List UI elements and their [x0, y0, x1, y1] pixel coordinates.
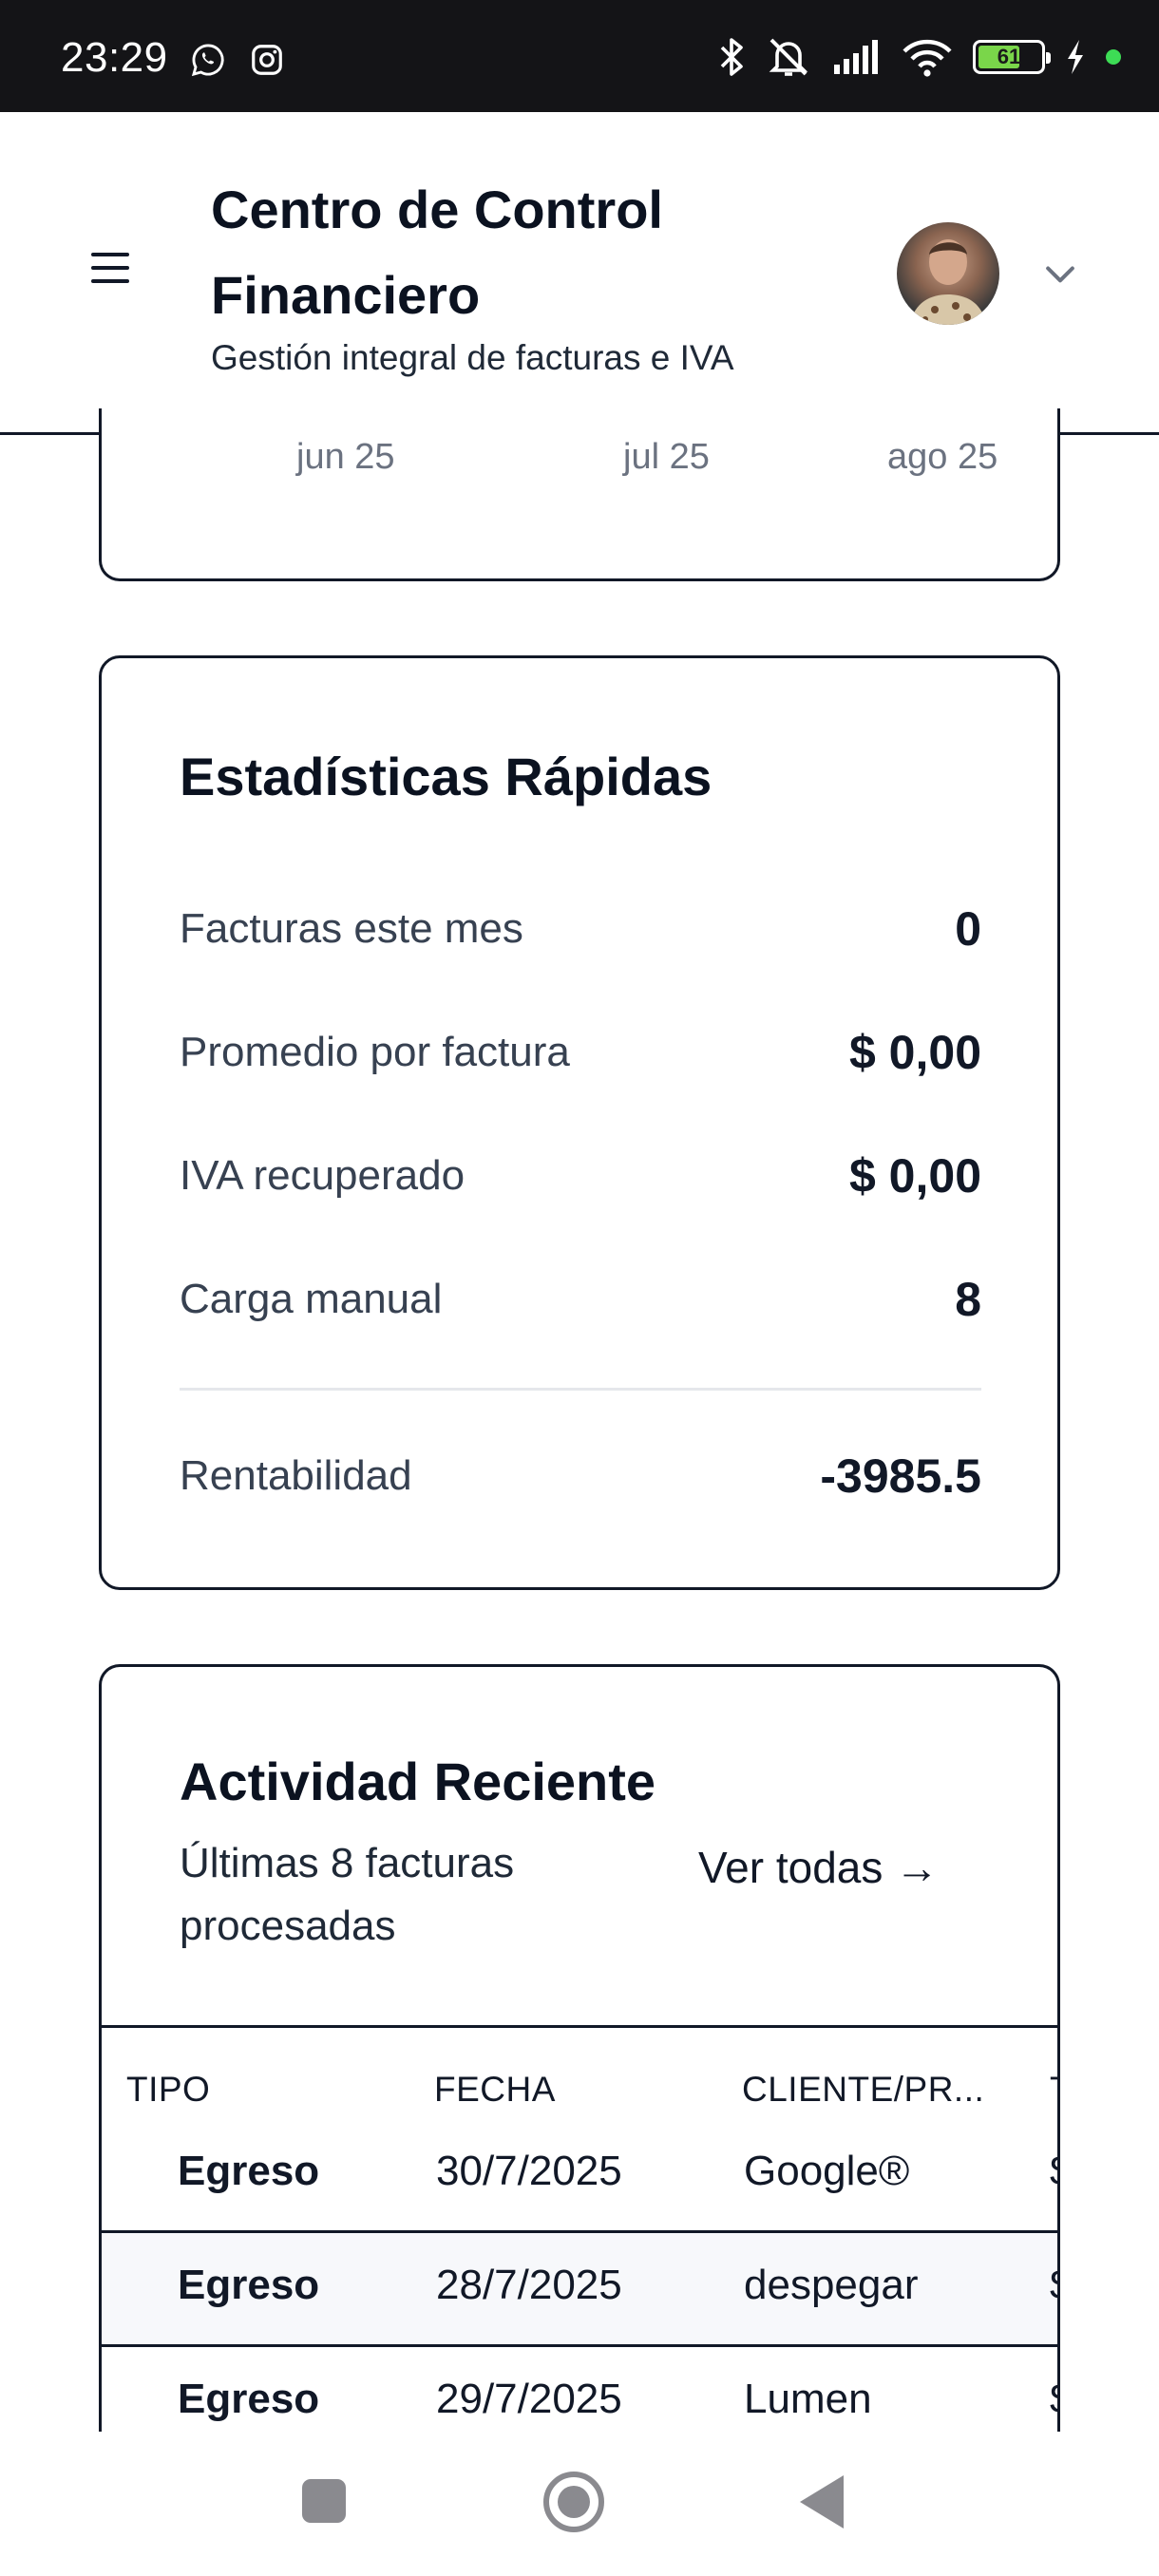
- avatar[interactable]: [897, 222, 999, 325]
- recent-activity-title: Actividad Reciente: [180, 1752, 656, 1811]
- back-button[interactable]: [800, 2475, 844, 2529]
- privacy-indicator-dot: [1106, 49, 1121, 65]
- recent-apps-button[interactable]: [302, 2479, 346, 2523]
- x-tick-jul: jul 25: [623, 437, 710, 477]
- stat-label-vat: IVA recuperado: [180, 1152, 466, 1199]
- cell-total: $: [1050, 2148, 1057, 2195]
- silent-icon: [769, 38, 808, 76]
- x-tick-jun: jun 25: [296, 437, 395, 477]
- recent-activity-subtitle: Últimas 8 facturas procesadas: [180, 1840, 515, 1949]
- quick-stats-title: Estadísticas Rápidas: [180, 747, 712, 806]
- quick-stats-card: Estadísticas Rápidas Facturas este mes 0…: [99, 655, 1060, 1590]
- column-header-total[interactable]: T: [1050, 2070, 1057, 2110]
- charging-icon: [1068, 40, 1083, 74]
- whatsapp-icon: [191, 44, 224, 77]
- page-subtitle: Gestión integral de facturas e IVA: [211, 338, 734, 377]
- cell-total: $: [1050, 2376, 1057, 2423]
- battery-nub: [1046, 52, 1051, 64]
- stat-label-average: Promedio por factura: [180, 1029, 570, 1075]
- recent-activity-card: Actividad Reciente Últimas 8 facturas pr…: [99, 1664, 1060, 2443]
- table-row[interactable]: Egreso 29/7/2025 Lumen $: [102, 2344, 1057, 2431]
- status-bar: 23:29 61: [0, 0, 1159, 112]
- stats-divider: [180, 1388, 981, 1391]
- column-header-client[interactable]: CLIENTE/PR...: [742, 2070, 984, 2110]
- instagram-icon: [252, 45, 282, 75]
- table-row[interactable]: Egreso 28/7/2025 despegar $: [102, 2230, 1057, 2344]
- stat-value-invoices: 0: [955, 902, 981, 956]
- stat-label-profitability: Rentabilidad: [180, 1452, 412, 1499]
- cell-date: 28/7/2025: [436, 2262, 622, 2308]
- stat-value-average: $ 0,00: [848, 1026, 981, 1079]
- page-title: Centro de Control Financiero: [211, 180, 663, 325]
- column-header-date[interactable]: FECHA: [434, 2070, 556, 2110]
- cell-client: Google®: [744, 2148, 910, 2194]
- cell-type: Egreso: [178, 2262, 320, 2308]
- cell-date: 29/7/2025: [436, 2376, 622, 2422]
- cell-type: Egreso: [178, 2148, 320, 2194]
- cell-client: despegar: [744, 2262, 919, 2308]
- x-tick-ago: ago 25: [887, 437, 998, 477]
- stat-value-profitability: -3985.5: [820, 1449, 981, 1503]
- chart-card: [99, 408, 1060, 581]
- signal-icon: [834, 40, 878, 74]
- cell-date: 30/7/2025: [436, 2148, 622, 2194]
- activity-table: TIPO FECHA CLIENTE/PR... T Egreso 30/7/2…: [102, 2025, 1057, 2431]
- bluetooth-icon: [720, 38, 743, 76]
- stat-value-manual: 8: [955, 1273, 981, 1326]
- status-icons: 61: [718, 36, 1121, 78]
- cell-type: Egreso: [178, 2376, 320, 2422]
- cell-client: Lumen: [744, 2376, 872, 2422]
- wifi-icon: [902, 39, 952, 77]
- cell-total: $: [1050, 2262, 1057, 2309]
- table-row[interactable]: Egreso 30/7/2025 Google® $: [102, 2119, 1057, 2233]
- battery-icon: 61: [973, 40, 1051, 74]
- stat-value-vat: $ 0,00: [848, 1149, 981, 1203]
- chevron-down-icon[interactable]: [1039, 253, 1081, 294]
- battery-level: 61: [997, 45, 1021, 68]
- home-button-dot: [558, 2486, 590, 2518]
- column-header-type[interactable]: TIPO: [126, 2070, 210, 2110]
- menu-icon[interactable]: [87, 249, 135, 287]
- status-time: 23:29: [61, 34, 168, 81]
- stat-label-invoices: Facturas este mes: [180, 905, 523, 952]
- stat-label-manual: Carga manual: [180, 1276, 443, 1322]
- view-all-link[interactable]: Ver todas →: [698, 1842, 939, 1893]
